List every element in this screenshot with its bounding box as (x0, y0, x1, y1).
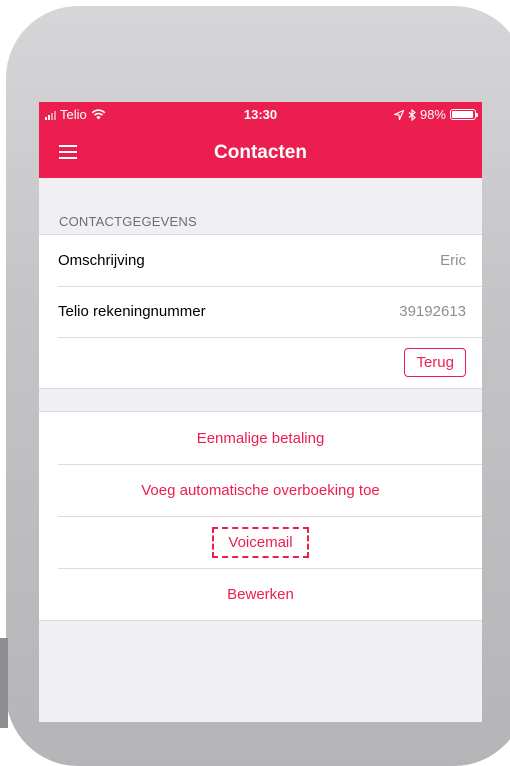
location-arrow-icon (393, 109, 404, 120)
battery-icon (450, 109, 478, 120)
bluetooth-icon (408, 108, 416, 121)
voicemail-highlight: Voicemail (212, 526, 309, 558)
row-value: 39192613 (399, 303, 466, 320)
action-label: Bewerken (227, 585, 294, 603)
battery-percent: 98% (419, 107, 446, 122)
section-header-contactgegevens: CONTACTGEGEVENS (59, 214, 197, 229)
row-label: Omschrijving (58, 252, 145, 269)
back-button[interactable]: Terug (404, 348, 466, 377)
one-time-payment-button[interactable]: Eenmalige betaling (39, 412, 482, 464)
contact-row-description: Omschrijving Eric (39, 235, 482, 286)
action-label: Voicemail (228, 533, 293, 551)
phone-side-button (0, 638, 8, 728)
back-button-row: Terug (39, 337, 482, 388)
contact-details-group: Omschrijving Eric Telio rekeningnummer 3… (39, 234, 482, 389)
voicemail-button[interactable]: Voicemail (39, 516, 482, 568)
actions-group: Eenmalige betaling Voeg automatische ove… (39, 411, 482, 621)
add-automatic-transfer-button[interactable]: Voeg automatische overboeking toe (39, 464, 482, 516)
status-bar: Telio 13:30 98% (39, 102, 482, 128)
status-right: 98% (393, 107, 478, 122)
contact-row-account-number: Telio rekeningnummer 39192613 (39, 286, 482, 337)
action-label: Voeg automatische overboeking toe (141, 481, 380, 499)
row-label: Telio rekeningnummer (58, 303, 206, 320)
edit-button[interactable]: Bewerken (39, 568, 482, 620)
phone-screen: Telio 13:30 98% Contacten CONTACTGEGEVEN… (39, 102, 482, 722)
nav-bar: Contacten (39, 128, 482, 178)
row-value: Eric (440, 252, 466, 269)
action-label: Eenmalige betaling (196, 429, 325, 447)
page-title: Contacten (214, 142, 307, 163)
